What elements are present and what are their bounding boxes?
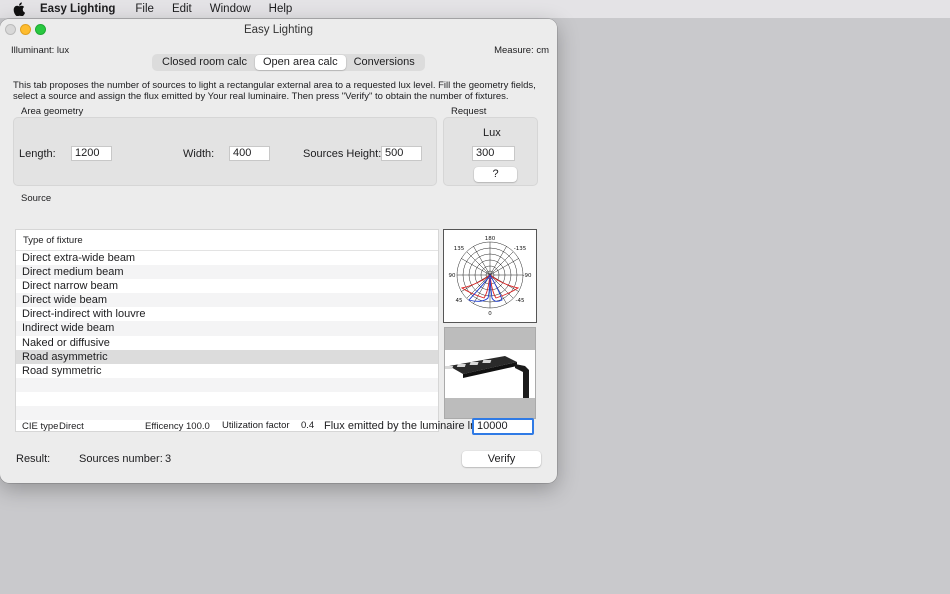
polar-tick-label: -90 — [523, 273, 532, 279]
polar-tick-label: 180 — [485, 236, 496, 242]
width-field[interactable]: 400 — [229, 146, 270, 161]
tab-open-area-calc[interactable]: Open area calc — [254, 55, 346, 70]
apple-icon[interactable] — [12, 2, 26, 16]
flux-field[interactable]: 10000 — [472, 418, 534, 435]
menu-edit[interactable]: Edit — [172, 3, 192, 15]
menu-bar: Easy Lighting File Edit Window Help — [0, 0, 950, 18]
sources-number-value: 3 — [165, 453, 172, 465]
measure-label: Measure: cm — [494, 45, 549, 56]
utilization-factor-label: Utilization factor — [222, 420, 290, 431]
table-row-empty — [16, 377, 438, 392]
polar-tick-label: 90 — [449, 273, 456, 279]
length-label: Length: — [19, 148, 56, 160]
polar-tick-label: 45 — [456, 298, 463, 304]
photometric-polar-diagram: 180 135 -135 90 -90 45 -45 0 — [443, 229, 537, 323]
lux-label: Lux — [483, 127, 501, 139]
verify-button[interactable]: Verify — [462, 451, 541, 467]
tab-closed-room-calc[interactable]: Closed room calc — [154, 55, 255, 70]
fixture-table-header[interactable]: Type of fixture — [16, 230, 438, 251]
table-row[interactable]: Road symmetric — [16, 364, 438, 378]
tab-bar: Closed room calc Open area calc Conversi… — [152, 54, 425, 71]
table-row[interactable]: Direct medium beam — [16, 265, 438, 280]
result-label: Result: — [16, 453, 51, 465]
table-row[interactable]: Direct-indirect with louvre — [16, 307, 438, 321]
help-button[interactable]: ? — [474, 167, 517, 182]
polar-tick-label: 0 — [488, 311, 492, 317]
table-row[interactable]: Direct wide beam — [16, 293, 438, 308]
source-label: Source — [21, 193, 52, 204]
close-button[interactable] — [5, 24, 16, 35]
polar-tick-label: -45 — [516, 298, 525, 304]
menu-file[interactable]: File — [135, 3, 154, 15]
window-title: Easy Lighting — [243, 23, 314, 36]
table-row-empty — [16, 406, 438, 421]
table-row[interactable]: Indirect wide beam — [16, 321, 438, 336]
polar-tick-label: -135 — [514, 246, 527, 252]
illuminant-label: Illuminant: lux — [11, 45, 70, 56]
utilization-factor-value: 0.4 — [301, 420, 315, 431]
request-label: Request — [451, 106, 487, 117]
efficiency-label: Efficency — [145, 421, 184, 432]
efficiency-value: 100.0 — [186, 421, 210, 432]
cie-type-value: Direct — [59, 421, 84, 432]
zoom-button[interactable] — [35, 24, 46, 35]
minimize-button[interactable] — [20, 24, 31, 35]
menu-app-name[interactable]: Easy Lighting — [40, 3, 115, 15]
area-geometry-label: Area geometry — [21, 106, 84, 117]
table-row[interactable]: Naked or diffusive — [16, 336, 438, 350]
menu-window[interactable]: Window — [210, 3, 251, 15]
width-label: Width: — [183, 148, 215, 160]
flux-label: Flux emitted by the luminaire lm: — [324, 420, 483, 432]
title-bar: Easy Lighting — [0, 19, 557, 40]
table-row[interactable]: Direct narrow beam — [16, 279, 438, 293]
fixture-image — [444, 327, 536, 419]
fixture-table: Type of fixture Direct extra-wide beam D… — [15, 229, 439, 432]
menu-help[interactable]: Help — [269, 3, 293, 15]
sources-height-field[interactable]: 500 — [381, 146, 422, 161]
table-row[interactable]: Direct extra-wide beam — [16, 251, 438, 265]
tab-description: This tab proposes the number of sources … — [13, 80, 536, 102]
tab-conversions[interactable]: Conversions — [346, 55, 423, 70]
main-window: Easy Lighting Illuminant: lux Measure: c… — [0, 19, 557, 483]
sources-height-label: Sources Height: — [303, 148, 382, 160]
sources-number-label: Sources number: — [79, 453, 163, 465]
cie-type-label: CIE type — [22, 421, 59, 432]
table-row-empty — [16, 392, 438, 406]
lux-field[interactable]: 300 — [472, 146, 515, 161]
length-field[interactable]: 1200 — [71, 146, 112, 161]
table-row-selected[interactable]: Road asymmetric — [16, 349, 438, 364]
polar-tick-label: 135 — [454, 246, 465, 252]
